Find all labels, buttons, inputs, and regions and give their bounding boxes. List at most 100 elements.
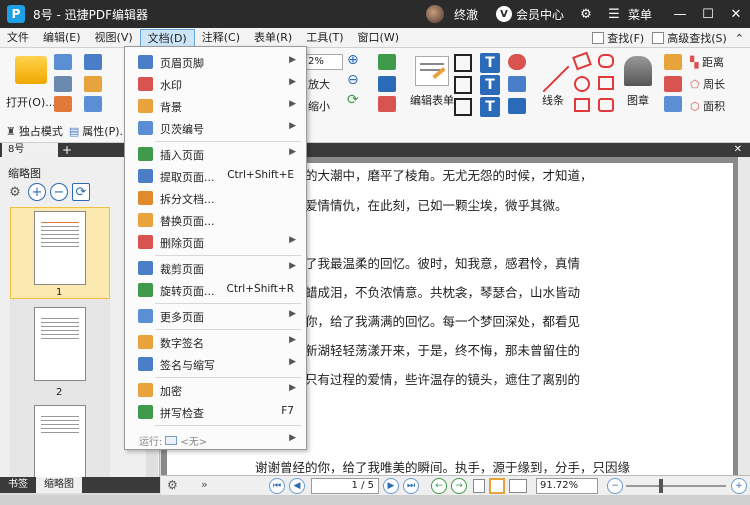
last-page-icon[interactable]: ⏭ <box>403 478 419 494</box>
rectangle-tool-icon[interactable] <box>574 98 590 112</box>
single-page-icon[interactable] <box>473 479 485 493</box>
callout-icon[interactable]: T <box>480 97 500 117</box>
menu-item-crop-pages[interactable]: 裁剪页面 ▶ <box>125 257 306 279</box>
status-options-icon[interactable]: ⚙ <box>167 478 178 492</box>
menu-item-run[interactable]: 运行: <无> <box>139 433 207 448</box>
vip-icon[interactable]: V <box>495 6 512 22</box>
edit-form-button[interactable]: 编辑表单 <box>410 56 454 108</box>
thumbnail-zoom-in-icon[interactable]: + <box>28 183 46 201</box>
rotate-icon[interactable]: ⟳ <box>347 92 359 108</box>
stamp-button[interactable]: 图章 <box>624 56 652 108</box>
thumbnail-page-3[interactable] <box>34 405 86 477</box>
menu-item-rotate-pages[interactable]: 旋转页面... Ctrl+Shift+R <box>125 279 306 301</box>
menu-label[interactable]: 菜单 <box>628 6 652 23</box>
pencil-icon[interactable] <box>664 76 682 92</box>
save-icon[interactable] <box>54 54 72 70</box>
continuous-page-icon[interactable] <box>489 478 505 494</box>
avatar[interactable] <box>425 5 444 23</box>
arrow-tool-icon[interactable] <box>572 51 592 71</box>
text-field-icon[interactable] <box>454 54 472 72</box>
menu-edit[interactable]: 编辑(E) <box>36 29 88 47</box>
note-icon[interactable] <box>508 54 526 70</box>
thumbnail-zoom-out-icon[interactable]: − <box>50 183 68 201</box>
text-insert-icon[interactable] <box>378 76 396 92</box>
list-field-icon[interactable] <box>454 98 472 116</box>
cloud-tool-icon[interactable] <box>598 98 614 112</box>
zoom-out-icon[interactable]: ⊖ <box>347 72 359 88</box>
member-center-link[interactable]: 会员中心 <box>516 6 564 23</box>
collapse-ribbon-icon[interactable]: ⌃ <box>735 32 744 45</box>
thumbnail-options-icon[interactable]: ⚙ <box>6 183 24 201</box>
find-button[interactable]: 查找(F) <box>592 30 644 46</box>
thumbnail-rotate-icon[interactable]: ⟳ <box>72 183 90 201</box>
zoom-select[interactable]: 91.72% <box>536 478 598 494</box>
zoom-in-icon[interactable]: ⊕ <box>347 52 359 68</box>
maximize-button[interactable]: ☐ <box>694 0 722 28</box>
zoom-slider[interactable] <box>626 485 726 487</box>
thumbnail-page-2[interactable] <box>34 307 86 381</box>
zoom-slider-knob[interactable] <box>659 479 663 493</box>
zoom-in-label[interactable]: 放大 <box>308 76 330 92</box>
line-label[interactable]: 线条 <box>542 92 564 108</box>
share-icon[interactable] <box>84 76 102 92</box>
open-button[interactable]: 打开(O)... <box>6 56 56 110</box>
add-tab-icon[interactable]: + <box>62 143 72 157</box>
user-name[interactable]: 终澈 <box>454 6 478 23</box>
status-zoom-in-icon[interactable]: + <box>731 478 747 494</box>
email-icon[interactable] <box>84 54 102 70</box>
menu-item-header-footer[interactable]: 页眉页脚 ▶ <box>125 51 306 73</box>
page-number-input[interactable]: 1 / 5 <box>311 478 379 494</box>
sound-icon[interactable] <box>508 98 526 114</box>
eraser-icon[interactable] <box>664 54 682 70</box>
text-box-icon[interactable]: T <box>480 75 500 95</box>
close-button[interactable]: ✕ <box>722 0 750 28</box>
prev-page-icon[interactable]: ◀ <box>289 478 305 494</box>
menu-item-bates-numbering[interactable]: 贝茨编号 ▶ <box>125 117 306 139</box>
menu-item-encrypt[interactable]: 加密 ▶ <box>125 379 306 401</box>
hamburger-menu-icon[interactable]: ☰ <box>600 0 628 28</box>
line-tool-icon[interactable] <box>542 65 570 93</box>
menu-item-delete-pages[interactable]: 删除页面 ▶ <box>125 231 306 253</box>
print-icon[interactable] <box>54 76 72 92</box>
menu-tools[interactable]: 工具(T) <box>299 29 350 47</box>
menu-item-more-pages[interactable]: 更多页面 ▶ <box>125 305 306 327</box>
bookmarks-tab[interactable]: 书签 <box>0 477 36 493</box>
menu-item-replace-pages[interactable]: 替换页面... <box>125 209 306 231</box>
forward-icon[interactable]: → <box>451 478 467 494</box>
menu-item-extract-pages[interactable]: 提取页面... Ctrl+Shift+E <box>125 165 306 187</box>
menu-view[interactable]: 视图(V) <box>88 29 140 47</box>
exclusive-mode-button[interactable]: ♜ 独占模式 <box>6 123 63 139</box>
polygon-tool-icon[interactable] <box>598 54 614 68</box>
ellipse-tool-icon[interactable] <box>574 76 590 92</box>
close-tab-icon[interactable]: ✕ <box>734 143 742 157</box>
attachment-icon[interactable] <box>508 76 526 92</box>
area-tool[interactable]: ⬡ 面积 <box>690 98 725 114</box>
menu-item-insert-pages[interactable]: 插入页面 ▶ <box>125 143 306 165</box>
menu-item-sign-initials[interactable]: 签名与缩写 ▶ <box>125 353 306 375</box>
status-zoom-out-icon[interactable]: − <box>607 478 623 494</box>
menu-item-digital-signature[interactable]: 数字签名 ▶ <box>125 331 306 353</box>
highlight-icon[interactable] <box>664 96 682 112</box>
perimeter-tool[interactable]: ⬠ 周长 <box>690 76 725 92</box>
menu-comment[interactable]: 注释(C) <box>195 29 247 47</box>
pentagon-tool-icon[interactable] <box>598 76 614 90</box>
zoom-input[interactable]: 2% <box>305 54 343 70</box>
menu-item-watermark[interactable]: 水印 ▶ <box>125 73 306 95</box>
link-icon[interactable] <box>378 96 396 112</box>
menu-item-background[interactable]: 背景 ▶ <box>125 95 306 117</box>
scan-icon[interactable] <box>84 96 102 112</box>
two-page-icon[interactable] <box>509 479 527 493</box>
advanced-find-button[interactable]: 高级查找(S) <box>652 30 727 46</box>
checkbox-field-icon[interactable] <box>454 76 472 94</box>
next-page-icon[interactable]: ▶ <box>383 478 399 494</box>
menu-file[interactable]: 文件 <box>0 29 36 47</box>
document-scrollbar[interactable] <box>738 157 750 475</box>
distance-tool[interactable]: ▚ 距离 <box>690 54 724 70</box>
thumbnails-tab[interactable]: 缩略图 <box>36 477 82 493</box>
typewriter-icon[interactable]: T <box>480 53 500 73</box>
first-page-icon[interactable]: ⏮ <box>269 478 285 494</box>
menu-form[interactable]: 表单(R) <box>247 29 299 47</box>
menu-document[interactable]: 文档(D) <box>139 28 195 47</box>
back-icon[interactable]: ← <box>431 478 447 494</box>
thumbnail-page-1[interactable] <box>34 211 86 285</box>
